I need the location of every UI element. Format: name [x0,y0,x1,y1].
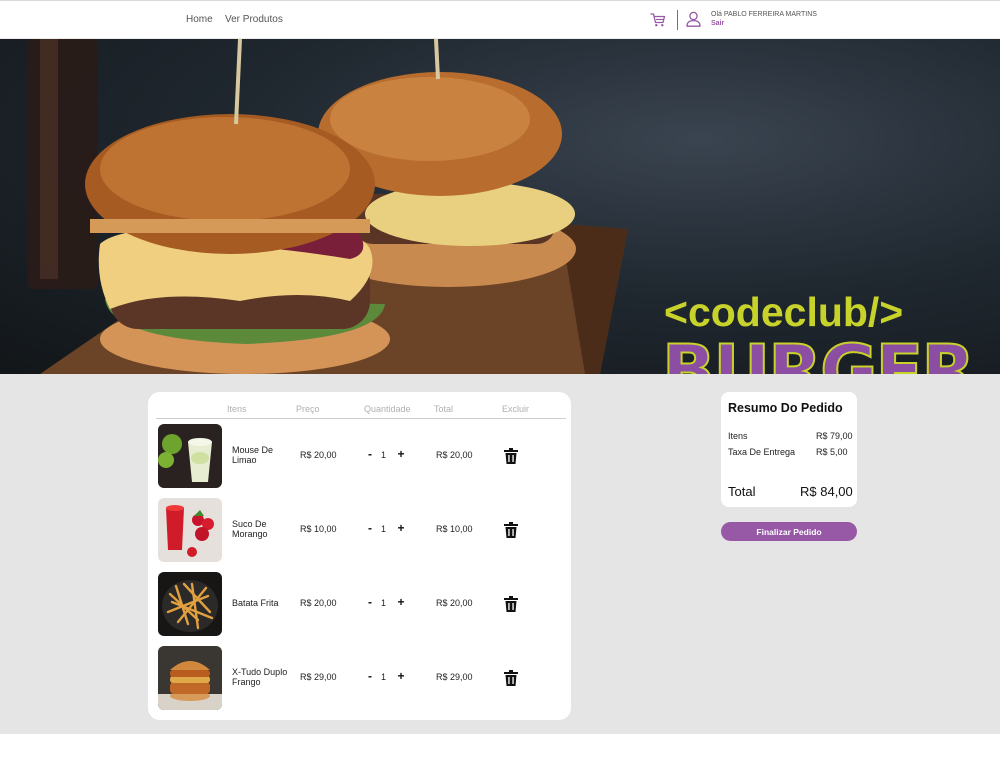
item-total: R$ 29,00 [436,672,473,682]
trash-icon[interactable] [504,596,518,612]
item-quantity: 1 [381,524,387,534]
hero-banner: <codeclub/> BURGER [0,39,1000,374]
increase-quantity-button[interactable]: + [396,669,406,683]
brand-logo-burger: BURGER [661,330,976,374]
item-price: R$ 20,00 [300,450,337,460]
item-name: Mouse De Limao [232,445,274,465]
header-price: Preço [296,404,320,414]
strawberry-juice-image [158,498,222,562]
decrease-quantity-button[interactable]: - [366,447,374,461]
cart-row: X-Tudo Duplo Frango R$ 29,00 - 1 + R$ 29… [148,646,571,712]
order-summary: Resumo Do Pedido Itens R$ 79,00 Taxa De … [721,392,857,507]
cart-row: Mouse De Limao R$ 20,00 - 1 + R$ 20,00 [148,424,571,490]
cart-table: Itens Preço Quantidade Total Excluir Mou… [148,392,571,720]
trash-icon[interactable] [504,448,518,464]
item-quantity: 1 [381,672,387,682]
cart-icon[interactable] [650,12,666,28]
decrease-quantity-button[interactable]: - [366,595,374,609]
brand-logo-code: <codeclub/> [664,289,904,335]
trash-icon[interactable] [504,670,518,686]
chicken-burger-image [158,646,222,710]
increase-quantity-button[interactable]: + [396,521,406,535]
top-header: Home Ver Produtos Olá PABLO FERREIRA MAR… [0,0,1000,39]
item-total: R$ 10,00 [436,524,473,534]
cart-row: Batata Frita R$ 20,00 - 1 + R$ 20,00 [148,572,571,638]
item-name: Batata Frita [232,598,279,608]
nav-home-link[interactable]: Home [186,14,213,25]
item-quantity: 1 [381,450,387,460]
item-price: R$ 20,00 [300,598,337,608]
header-divider [677,10,678,30]
increase-quantity-button[interactable]: + [396,595,406,609]
decrease-quantity-button[interactable]: - [366,521,374,535]
item-total: R$ 20,00 [436,598,473,608]
summary-items-label: Itens [728,431,748,441]
item-price: R$ 10,00 [300,524,337,534]
user-icon [686,11,701,27]
summary-delivery-value: R$ 5,00 [816,447,848,457]
increase-quantity-button[interactable]: + [396,447,406,461]
item-total: R$ 20,00 [436,450,473,460]
header-total: Total [434,404,454,414]
item-quantity: 1 [381,598,387,608]
summary-title: Resumo Do Pedido [728,401,843,415]
summary-delivery-label: Taxa De Entrega [728,447,796,457]
checkout-button[interactable]: Finalizar Pedido [721,522,857,541]
cart-row: Suco De Morango R$ 10,00 - 1 + R$ 10,00 [148,498,571,564]
summary-total-label: Total [728,484,756,499]
user-greeting: Olá PABLO FERREIRA MARTINS [711,11,817,18]
summary-total-value: R$ 84,00 [800,484,853,499]
french-fries-image [158,572,222,636]
item-name: Suco De Morango [232,519,268,539]
main-content: Itens Preço Quantidade Total Excluir Mou… [0,374,1000,734]
trash-icon[interactable] [504,522,518,538]
header-delete: Excluir [502,404,530,414]
item-name: X-Tudo Duplo Frango [232,667,288,687]
item-price: R$ 29,00 [300,672,337,682]
header-items: Itens [227,404,247,414]
nav-products-link[interactable]: Ver Produtos [225,14,283,25]
lime-mousse-image [158,424,222,488]
logout-link[interactable]: Sair [711,20,724,27]
header-divider-line [156,418,566,419]
header-quantity: Quantidade [364,404,411,414]
decrease-quantity-button[interactable]: - [366,669,374,683]
summary-items-value: R$ 79,00 [816,431,853,441]
